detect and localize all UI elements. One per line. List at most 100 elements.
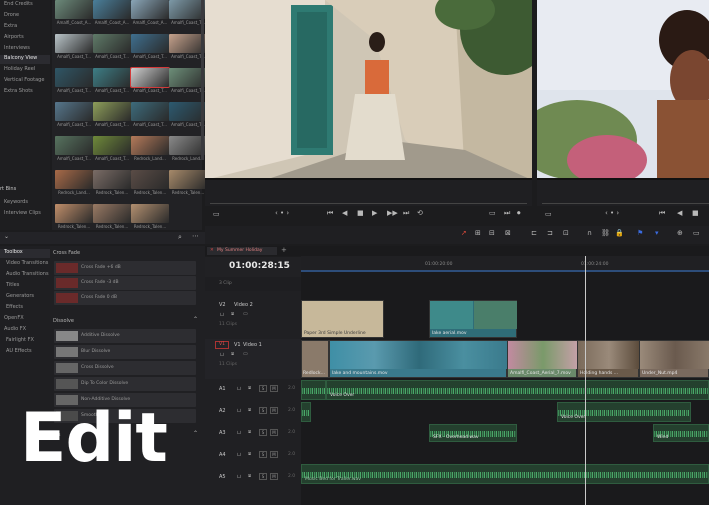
audio-clip[interactable]: SFX - Overhead.wav	[429, 424, 517, 442]
jog-dots-icon[interactable]: ‹ • ›	[605, 209, 619, 217]
bin-item[interactable]: Extra Shots	[4, 88, 33, 94]
search-icon[interactable]: ⌕	[178, 233, 182, 242]
solo-button[interactable]: S	[259, 407, 267, 414]
media-clip[interactable]: Redrock_Talen...	[93, 170, 131, 195]
lock-icon[interactable]: ⊔	[237, 386, 241, 392]
video-clip[interactable]: Amalfi_Coast_Aerial_7.mov	[507, 340, 578, 378]
bin-item[interactable]: Vertical Footage	[4, 77, 44, 83]
lock-icon[interactable]: ⊔	[237, 430, 241, 436]
auto-select-icon[interactable]: ⧈	[248, 385, 251, 391]
loop-icon[interactable]: ⟲	[417, 209, 423, 217]
media-clip[interactable]: Redrock_Talen...	[93, 204, 131, 229]
mute-button[interactable]: M	[270, 473, 278, 480]
bin-item[interactable]: End Credits	[4, 1, 33, 7]
media-clip[interactable]: Redrock_Talen...	[131, 204, 169, 229]
bin-item[interactable]: Extra	[4, 23, 17, 29]
toolbox-item[interactable]: Audio Transitions	[6, 271, 49, 277]
effect-item[interactable]: Cross Fade 0 dB	[54, 291, 196, 305]
audio-clip[interactable]: Voice Over	[326, 380, 709, 400]
effect-item[interactable]: Additive Dissolve	[54, 329, 196, 343]
bin-item-selected[interactable]: Balcony View	[0, 55, 50, 64]
smart-bin-item[interactable]: Keywords	[4, 199, 28, 205]
bin-item[interactable]: Holiday Reel	[4, 66, 35, 72]
video-clip[interactable]: Paper 3rd Simple Underline	[301, 300, 384, 338]
mute-button[interactable]: M	[270, 385, 278, 392]
source-patch-v1[interactable]: V1	[215, 341, 229, 349]
audio-clip[interactable]	[301, 402, 311, 422]
solo-button[interactable]: S	[259, 451, 267, 458]
media-clip[interactable]: Amalfi_Coast_T...	[131, 34, 169, 59]
toolbox-item-selected[interactable]: Toolbox	[0, 249, 50, 258]
step-forward-icon[interactable]: ▶▶	[387, 209, 398, 217]
media-clip[interactable]: Redrock_Talen...	[55, 204, 93, 229]
play-icon[interactable]: ▶	[372, 209, 377, 217]
mute-button[interactable]: M	[270, 429, 278, 436]
marker-icon[interactable]: ▾	[655, 229, 659, 237]
timeline-ruler[interactable]: 01:00:20:00 01:00:24:00	[301, 256, 709, 272]
audio-clip[interactable]: Music Bed for Trailer.wav	[301, 464, 709, 484]
visibility-icon[interactable]: ▭	[243, 311, 248, 317]
solo-button[interactable]: S	[259, 385, 267, 392]
more-options-icon[interactable]: ⋯	[192, 232, 199, 240]
mark-in-icon[interactable]: ▭	[489, 209, 496, 217]
mute-button[interactable]: M	[270, 407, 278, 414]
overwrite-clip-icon[interactable]: ⊐	[547, 229, 553, 237]
video-clip[interactable]: Under_Nut.mp4	[639, 340, 709, 378]
viewer-options-icon[interactable]: ▭	[545, 210, 552, 218]
toolbox-item[interactable]: Fairlight FX	[6, 337, 34, 343]
video-clip[interactable]: lake aerial.mov	[429, 300, 517, 338]
toolbox-item[interactable]: Video Transitions	[6, 260, 48, 266]
go-to-start-icon[interactable]: ⏮	[327, 209, 333, 218]
viewer-options-icon[interactable]: ▭	[213, 210, 220, 218]
jog-dots-icon[interactable]: ‹ • ›	[275, 209, 289, 217]
trim-tool-icon[interactable]: ⊞	[475, 229, 481, 237]
media-clip[interactable]: Amalfi_Coast_T...	[55, 136, 93, 161]
solo-button[interactable]: S	[259, 429, 267, 436]
chevron-down-icon[interactable]: ⌄	[4, 233, 9, 240]
effect-item[interactable]: Cross Fade +6 dB	[54, 261, 196, 275]
auto-select-icon[interactable]: ⧈	[231, 351, 234, 357]
toolbox-item[interactable]: Effects	[6, 304, 23, 310]
toolbox-item[interactable]: Audio FX	[4, 326, 26, 332]
media-clip[interactable]: Amalfi_Coast_T...	[131, 102, 169, 127]
media-clip[interactable]: Redrock_Talen...	[169, 170, 207, 195]
lock-icon[interactable]: ⊔	[237, 452, 241, 458]
step-back-icon[interactable]: ◀	[677, 209, 682, 217]
stop-icon[interactable]: ■	[357, 209, 364, 217]
media-clip[interactable]: Amalfi_Coast_T...	[93, 136, 131, 161]
media-clip[interactable]: Amalfi_Coast_T...	[130, 67, 170, 93]
effect-item[interactable]: Blur Dissolve	[54, 345, 196, 359]
media-clip[interactable]: Redrock_Land...	[55, 170, 93, 195]
media-clip[interactable]: Amalfi_Coast_T...	[55, 68, 93, 93]
mark-out-icon[interactable]: ⏭	[504, 209, 510, 218]
mute-button[interactable]: M	[270, 451, 278, 458]
timeline-area[interactable]: 01:00:20:00 01:00:24:00 Paper 3rd Simple…	[301, 256, 709, 505]
stop-icon[interactable]: ■	[692, 209, 699, 217]
lock-icon[interactable]: ⊔	[237, 474, 241, 480]
visibility-icon[interactable]: ▭	[243, 351, 248, 357]
audio-clip[interactable]: Voice Over	[557, 402, 691, 422]
toolbox-item[interactable]: Titles	[6, 282, 19, 288]
media-clip[interactable]: Amalfi_Coast_A...	[55, 0, 93, 25]
audio-clip[interactable]: Wind	[653, 424, 709, 442]
playhead[interactable]	[585, 256, 586, 505]
solo-button[interactable]: S	[259, 473, 267, 480]
media-pool-scrollbar[interactable]	[201, 0, 204, 160]
timeline-tab[interactable]: ✕ My Summer Holiday	[207, 247, 277, 255]
chevron-up-icon[interactable]: ⌃	[193, 316, 198, 323]
snapping-icon[interactable]: ∩	[587, 229, 592, 237]
media-clip[interactable]: Amalfi_Coast_T...	[55, 34, 93, 59]
auto-select-icon[interactable]: ⧈	[248, 473, 251, 479]
media-clip[interactable]: Amalfi_Coast_A...	[93, 0, 131, 25]
replace-clip-icon[interactable]: ⊡	[563, 229, 569, 237]
toolbox-item[interactable]: OpenFX	[4, 315, 24, 321]
go-to-end-icon[interactable]: ⏭	[403, 209, 409, 218]
media-clip[interactable]: Redrock_Talen...	[131, 170, 169, 195]
dynamic-trim-icon[interactable]: ⊟	[489, 229, 495, 237]
effect-item[interactable]: Dip To Color Dissolve	[54, 377, 196, 391]
add-timeline-icon[interactable]: +	[281, 246, 287, 254]
effect-item[interactable]: Cross Dissolve	[54, 361, 196, 375]
close-icon[interactable]: ✕	[210, 248, 214, 253]
insert-clip-icon[interactable]: ⊏	[531, 229, 537, 237]
position-lock-icon[interactable]: 🔒	[615, 229, 624, 237]
